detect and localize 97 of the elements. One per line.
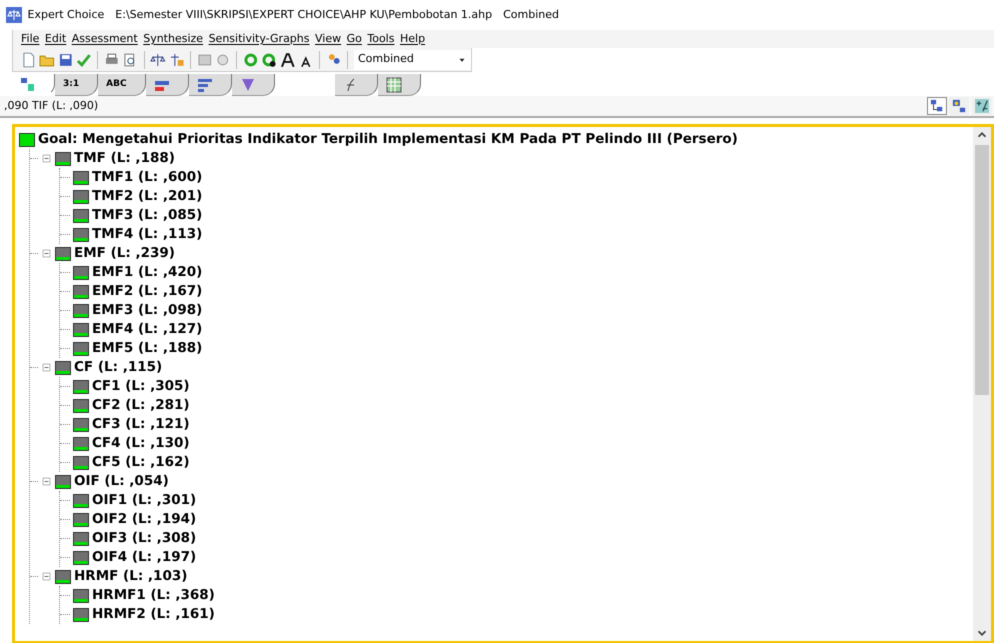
node-icon (73, 266, 89, 280)
sub-criterion-node-label[interactable]: HRMF1 (L: ,368) (92, 585, 215, 606)
node-icon (73, 550, 89, 564)
goal-node-label[interactable]: Goal: Mengetahui Prioritas Indikator Terpilih Implementasi KM Pada PT Pelindo III (Persero) (38, 129, 738, 150)
view-toggle-button[interactable] (949, 97, 970, 115)
app-name: Expert Choice (28, 6, 104, 23)
tree-view-icon (20, 76, 36, 92)
mode-dropdown[interactable]: Combined (354, 50, 471, 70)
criterion-node-label[interactable]: TMF (L: ,188) (74, 148, 175, 169)
grid-icon (386, 76, 402, 92)
sub-criterion-node-label[interactable]: OIF1 (L: ,301) (92, 490, 196, 511)
node-icon (73, 532, 89, 546)
menu-item[interactable]: File (21, 30, 40, 48)
menu-item[interactable]: Sensitivity-Graphs (208, 30, 310, 48)
collapse-icon[interactable] (41, 153, 52, 164)
checkmark-icon[interactable] (76, 52, 92, 68)
sub-criterion-node-label[interactable]: HRMF2 (L: ,161) (92, 604, 215, 625)
sub-criterion-node-label[interactable]: EMF1 (L: ,420) (92, 262, 202, 283)
view-tab[interactable] (188, 74, 232, 96)
view-tab[interactable] (232, 74, 275, 96)
menu-item[interactable]: Tools (367, 30, 394, 48)
sub-criterion-node-label[interactable]: EMF5 (L: ,188) (92, 338, 202, 359)
sub-criterion-node-label[interactable]: CF1 (L: ,305) (92, 376, 190, 397)
collapse-icon[interactable] (41, 571, 52, 582)
plus-minus-icon (975, 99, 989, 113)
node-icon (73, 494, 89, 508)
node-icon (73, 588, 89, 602)
sub-criterion-node-label[interactable]: EMF3 (L: ,098) (92, 300, 202, 321)
node-icon (73, 342, 89, 356)
file-path: E:\Semester VIII\SKRIPSI\EXPERT CHOICE\AHP KU\Pembobotan 1.ahp (115, 6, 492, 23)
sub-criterion-node-label[interactable]: CF5 (L: ,162) (92, 452, 190, 473)
sub-criterion-node-label[interactable]: TMF2 (L: ,201) (92, 186, 202, 207)
node-icon (73, 208, 89, 222)
node-icon (55, 360, 71, 374)
view-toggle-button[interactable] (926, 97, 946, 115)
node-icon (55, 152, 71, 166)
sub-criterion-node-label[interactable]: CF3 (L: ,121) (92, 414, 190, 435)
hierarchy-view-icon (930, 99, 944, 113)
node-icon (73, 456, 89, 470)
menu-item[interactable]: Assessment (72, 30, 138, 48)
node-view-icon (952, 99, 966, 113)
sub-criterion-node-label[interactable]: OIF3 (L: ,308) (92, 528, 196, 549)
node-icon (73, 380, 89, 394)
view-tab[interactable]: 3:1 (55, 74, 98, 96)
collapse-icon[interactable] (41, 362, 52, 373)
funnel-icon (240, 76, 256, 92)
node-icon (73, 322, 89, 336)
font-larger-icon[interactable] (280, 52, 296, 68)
sub-criterion-node-label[interactable]: EMF4 (L: ,127) (92, 319, 202, 340)
scroll-thumb[interactable] (975, 145, 989, 395)
view-mode: Combined (503, 6, 560, 23)
sub-criterion-node-label[interactable]: TMF3 (L: ,085) (92, 205, 202, 226)
view-tab[interactable]: ABC (98, 74, 146, 96)
view-tab[interactable] (146, 74, 189, 96)
vertical-scrollbar[interactable] (973, 127, 991, 641)
criterion-node-label[interactable]: OIF (L: ,054) (74, 471, 169, 492)
criterion-node-label[interactable]: EMF (L: ,239) (74, 243, 175, 264)
sub-criterion-node-label[interactable]: CF4 (L: ,130) (92, 433, 190, 454)
sub-criterion-node-label[interactable]: EMF2 (L: ,167) (92, 281, 202, 302)
collapse-icon[interactable] (41, 248, 52, 259)
sub-criterion-node-label[interactable]: CF2 (L: ,281) (92, 395, 190, 416)
criterion-node-label[interactable]: CF (L: ,115) (74, 357, 162, 378)
sub-criterion-node-label[interactable]: TMF4 (L: ,113) (92, 224, 202, 245)
status-text: ,090 TIF (L: ,090) (4, 98, 98, 114)
node-icon (73, 418, 89, 432)
scale-icon[interactable] (150, 52, 166, 68)
node-icon (55, 570, 71, 584)
sub-criterion-node-label[interactable]: OIF4 (L: ,197) (92, 547, 196, 568)
node-icon (73, 436, 89, 450)
sub-criterion-node-label[interactable]: TMF1 (L: ,600) (92, 167, 202, 188)
node-icon (73, 170, 89, 184)
node-icon (73, 190, 89, 204)
scale-edit-icon[interactable] (168, 52, 184, 68)
node-icon (19, 132, 35, 146)
menu-item[interactable]: Edit (44, 30, 66, 48)
node-icon (73, 512, 89, 526)
node-icon (73, 284, 89, 298)
view-tab[interactable] (334, 74, 378, 96)
node-icon (73, 398, 89, 412)
view-toggle-button[interactable] (972, 97, 992, 115)
node-icon (55, 246, 71, 260)
sub-criterion-node-label[interactable]: OIF2 (L: ,194) (92, 509, 196, 530)
node-icon (55, 474, 71, 488)
menu-item[interactable]: Synthesize (143, 30, 204, 48)
menu-item[interactable]: View (315, 30, 342, 48)
sorted-bars-icon (196, 76, 213, 92)
menu-item[interactable]: Help (400, 30, 426, 48)
new-file-icon[interactable] (21, 52, 37, 68)
app-logo-icon (6, 7, 22, 23)
save-icon[interactable] (58, 52, 74, 68)
node-icon (73, 608, 89, 622)
criterion-node-label[interactable]: HRMF (L: ,103) (74, 566, 188, 587)
collapse-icon[interactable] (41, 476, 52, 487)
menu-item[interactable]: Go (346, 30, 362, 48)
node-icon (73, 228, 89, 242)
node-icon (73, 304, 89, 318)
view-tab[interactable] (378, 74, 421, 96)
